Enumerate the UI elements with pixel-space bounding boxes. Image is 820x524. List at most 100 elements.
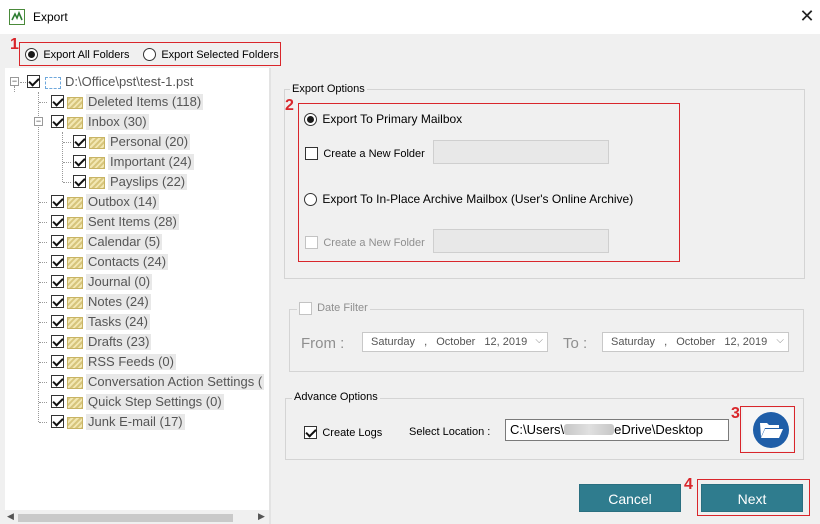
tree-item-label: Outbox (14)	[86, 194, 159, 210]
from-month: October	[436, 336, 476, 348]
tree-item-calendar[interactable]: Calendar (5)	[5, 232, 265, 252]
tree-item-label: Tasks (24)	[86, 314, 150, 330]
tree-checkbox[interactable]	[51, 255, 64, 268]
folder-icon	[67, 377, 83, 389]
annotation-3: 3	[731, 405, 740, 422]
scrollbar-thumb[interactable]	[18, 514, 233, 522]
tree-item-label: Calendar (5)	[86, 234, 163, 250]
tree-item-sent-items[interactable]: Sent Items (28)	[5, 212, 265, 232]
export-all-radio[interactable]	[25, 48, 38, 62]
location-path-input[interactable]: C:\Users\ eDrive\Desktop	[505, 419, 729, 441]
export-all-option[interactable]: Export All Folders	[25, 47, 130, 62]
chevron-down-icon[interactable]: ⌵	[776, 335, 784, 346]
tree-item-inbox[interactable]: − Inbox (30)	[5, 112, 265, 132]
tree-checkbox[interactable]	[51, 335, 64, 348]
folder-name-input[interactable]	[433, 140, 609, 164]
tree-item-conversation-action-settings[interactable]: Conversation Action Settings (	[5, 372, 269, 392]
tree-checkbox[interactable]	[51, 315, 64, 328]
pst-file-icon	[45, 77, 61, 89]
create-folder-label: Create a New Folder	[323, 148, 425, 160]
collapse-icon[interactable]: −	[10, 77, 19, 86]
next-button[interactable]: Next	[701, 484, 803, 512]
select-location-label: Select Location :	[409, 426, 491, 438]
browse-highlight	[740, 406, 795, 453]
tree-checkbox[interactable]	[51, 235, 64, 248]
date-filter-label: Date Filter	[317, 302, 368, 315]
tree-item-outbox[interactable]: Outbox (14)	[5, 192, 265, 212]
tree-checkbox[interactable]	[73, 175, 86, 188]
export-selected-option[interactable]: Export Selected Folders	[143, 47, 279, 62]
to-date: 12, 2019	[724, 336, 768, 348]
folder-icon	[67, 317, 83, 329]
tree-checkbox[interactable]	[51, 295, 64, 308]
tree-item-notes[interactable]: Notes (24)	[5, 292, 265, 312]
folder-icon	[89, 157, 105, 169]
folder-icon	[67, 237, 83, 249]
create-folder-label-2: Create a New Folder	[323, 237, 425, 249]
tree-item-root[interactable]: − D:\Office\pst\test-1.pst	[5, 72, 265, 92]
tree-item-deleted-items[interactable]: Deleted Items (118)	[5, 92, 265, 112]
tree-checkbox[interactable]	[51, 215, 64, 228]
archive-mailbox-label: Export To In-Place Archive Mailbox (User…	[322, 192, 634, 206]
tree-item-payslips[interactable]: Payslips (22)	[5, 172, 265, 192]
from-date: 12, 2019	[484, 336, 528, 348]
tree-checkbox[interactable]	[73, 135, 86, 148]
primary-mailbox-option[interactable]: Export To Primary Mailbox	[304, 112, 462, 127]
from-day: Saturday	[371, 336, 416, 348]
splitter[interactable]	[269, 68, 271, 524]
to-date-picker[interactable]: Saturday , October 12, 2019 ⌵	[602, 332, 789, 352]
from-date-picker[interactable]: Saturday , October 12, 2019 ⌵	[362, 332, 548, 352]
date-filter-checkbox[interactable]	[299, 302, 312, 315]
tree-checkbox[interactable]	[51, 355, 64, 368]
primary-mailbox-radio[interactable]	[304, 113, 317, 127]
tree-checkbox[interactable]	[51, 195, 64, 208]
tree-item-drafts[interactable]: Drafts (23)	[5, 332, 265, 352]
folder-icon	[89, 177, 105, 189]
create-folder-option-2: Create a New Folder	[305, 235, 425, 250]
close-icon[interactable]: ✕	[796, 6, 818, 28]
chevron-down-icon[interactable]: ⌵	[535, 335, 543, 346]
tree-checkbox[interactable]	[51, 375, 64, 388]
title-bar	[0, 0, 820, 34]
tree-checkbox[interactable]	[51, 395, 64, 408]
create-logs-option[interactable]: Create Logs	[304, 425, 382, 440]
tree-item-quick-step-settings[interactable]: Quick Step Settings (0)	[5, 392, 265, 412]
tree-item-rss-feeds[interactable]: RSS Feeds (0)	[5, 352, 265, 372]
tree-checkbox[interactable]	[27, 75, 40, 88]
folder-tree[interactable]: − D:\Office\pst\test-1.pst Deleted Items…	[5, 68, 269, 510]
tree-checkbox[interactable]	[51, 415, 64, 428]
tree-item-label: D:\Office\pst\test-1.pst	[65, 74, 194, 89]
export-selected-radio[interactable]	[143, 48, 156, 62]
annotation-1: 1	[10, 36, 19, 53]
tree-item-important[interactable]: Important (24)	[5, 152, 265, 172]
tree-item-contacts[interactable]: Contacts (24)	[5, 252, 265, 272]
scroll-left-icon[interactable]: ◀	[7, 511, 14, 522]
create-folder-checkbox[interactable]	[305, 147, 318, 161]
archive-mailbox-radio[interactable]	[304, 193, 317, 207]
folder-icon	[67, 417, 83, 429]
tree-checkbox[interactable]	[51, 115, 64, 128]
to-month: October	[676, 336, 716, 348]
create-logs-checkbox[interactable]	[304, 426, 317, 440]
folder-icon	[67, 337, 83, 349]
tree-checkbox[interactable]	[73, 155, 86, 168]
redacted-path-segment	[564, 424, 615, 436]
tree-item-label: Inbox (30)	[86, 114, 149, 130]
create-folder-option[interactable]: Create a New Folder	[305, 146, 425, 161]
tree-item-label: Conversation Action Settings (	[86, 374, 265, 390]
date-filter-toggle[interactable]: Date Filter	[297, 302, 370, 315]
cancel-button[interactable]: Cancel	[579, 484, 681, 512]
tree-item-journal[interactable]: Journal (0)	[5, 272, 265, 292]
collapse-icon[interactable]: −	[34, 117, 43, 126]
tree-item-personal[interactable]: Personal (20)	[5, 132, 265, 152]
tree-item-label: Contacts (24)	[86, 254, 169, 270]
scroll-right-icon[interactable]: ▶	[258, 511, 265, 522]
tree-checkbox[interactable]	[51, 95, 64, 108]
to-sep: ,	[664, 336, 668, 348]
tree-item-label: Journal (0)	[86, 274, 153, 290]
folder-icon	[67, 117, 83, 129]
tree-checkbox[interactable]	[51, 275, 64, 288]
tree-item-tasks[interactable]: Tasks (24)	[5, 312, 265, 332]
tree-item-junk-email[interactable]: Junk E-mail (17)	[5, 412, 265, 432]
archive-mailbox-option[interactable]: Export To In-Place Archive Mailbox (User…	[304, 192, 634, 207]
